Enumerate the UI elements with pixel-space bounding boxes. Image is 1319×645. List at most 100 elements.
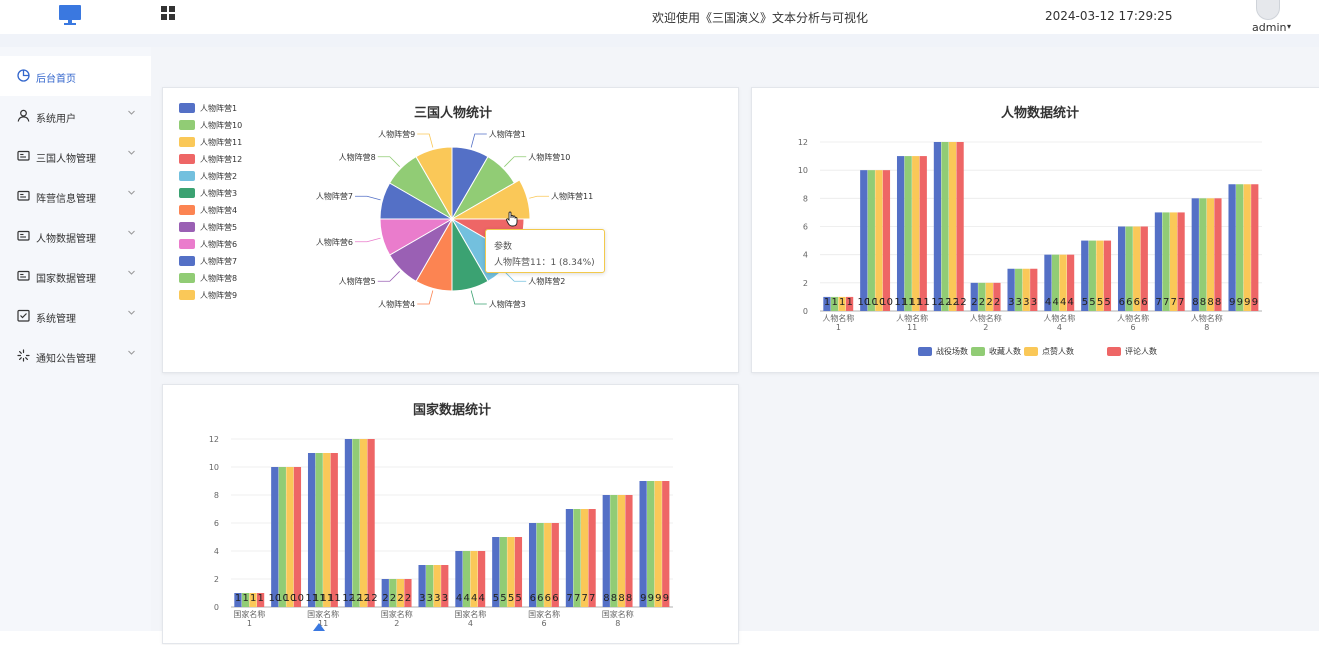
bar[interactable] (912, 156, 920, 311)
bar[interactable] (293, 467, 302, 607)
sidebar-item-6[interactable]: 国家数据管理 (0, 256, 151, 296)
bar[interactable] (860, 170, 868, 311)
chevron-down-icon[interactable] (127, 268, 136, 277)
legend-item[interactable]: 评论人数 (1107, 346, 1157, 357)
bar[interactable] (315, 453, 323, 607)
bar[interactable] (933, 142, 942, 311)
x-tick-label: 1 (247, 619, 252, 628)
pie-slice-label: 人物阵营1 (489, 129, 526, 139)
bar[interactable] (654, 481, 662, 607)
sidebar-item-8[interactable]: 通知公告管理 (0, 336, 151, 376)
bar-value-label: 1 (242, 593, 248, 604)
y-tick-label: 6 (214, 519, 219, 528)
bar[interactable] (867, 170, 875, 311)
avatar[interactable] (1256, 0, 1280, 20)
bar-value-label: 8 (1215, 297, 1221, 308)
x-tick-label: 4 (468, 619, 473, 628)
bar[interactable] (278, 467, 286, 607)
bar[interactable] (286, 467, 294, 607)
bar[interactable] (359, 439, 368, 607)
legend-label: 点赞人数 (1042, 347, 1074, 356)
bar[interactable] (1236, 184, 1244, 311)
monitor-icon[interactable] (58, 4, 82, 26)
x-tick-label: 1 (836, 323, 841, 332)
chevron-down-icon[interactable] (127, 108, 136, 117)
y-tick-label: 8 (214, 491, 219, 500)
bar[interactable] (882, 170, 891, 311)
x-tick-label: 国家名称 (381, 609, 413, 619)
bar[interactable] (610, 495, 618, 607)
sidebar-item-4[interactable]: 阵营信息管理 (0, 176, 151, 216)
chevron-down-icon[interactable] (127, 148, 136, 157)
bar-value-label: 9 (648, 593, 654, 604)
bar[interactable] (271, 467, 279, 607)
x-tick-label: 国家名称 (528, 609, 560, 619)
bar[interactable] (323, 453, 331, 607)
country-bar-chart[interactable]: 0246810121 1 1 1国家名称110101010 11111111国家名称11… (163, 385, 740, 645)
bar-value-label: 5 (1089, 297, 1095, 308)
top-bar: 欢迎使用《三国演义》文本分析与可视化 2024-03-12 17:29:25 a… (0, 0, 1319, 34)
bar[interactable] (625, 495, 633, 607)
bar[interactable] (904, 156, 912, 311)
legend-item[interactable]: 收藏人数 (971, 346, 1021, 357)
x-tick-label: 国家名称 (602, 609, 634, 619)
bar[interactable] (1206, 198, 1215, 311)
bar[interactable] (1191, 198, 1199, 311)
chevron-down-icon[interactable] (127, 308, 136, 317)
bar-value-label: 2 (405, 593, 411, 604)
bar[interactable] (662, 481, 670, 607)
x-tick-label: 人物名称 (822, 313, 854, 323)
x-tick-label: 国家名称 (454, 609, 486, 619)
bar[interactable] (647, 481, 655, 607)
bar[interactable] (617, 495, 626, 607)
bar[interactable] (919, 156, 927, 311)
x-tick-label: 2 (983, 323, 988, 332)
bar[interactable] (1199, 198, 1207, 311)
grid-icon[interactable] (161, 6, 175, 20)
person-bar-chart[interactable]: 0246810121 1 1 1人物名称110101010 11111111人物名称11… (752, 88, 1319, 374)
sidebar-item-1[interactable]: 后台首页 (0, 56, 151, 96)
user-menu[interactable]: admin (1252, 21, 1286, 34)
pie-chart[interactable]: 人物阵营1人物阵营10人物阵营11人物阵营12人物阵营2人物阵营3人物阵营4人物… (163, 88, 740, 374)
x-tick-label: 4 (1057, 323, 1062, 332)
bar[interactable] (896, 156, 905, 311)
card-icon (17, 230, 30, 241)
bar[interactable] (948, 142, 957, 311)
legend-item[interactable]: 战役场数 (918, 346, 968, 357)
caret-down-icon[interactable]: ▾ (1287, 22, 1291, 31)
bar[interactable] (639, 481, 647, 607)
bar-value-label: 6 (1141, 297, 1147, 308)
bar[interactable] (344, 439, 353, 607)
bar[interactable] (941, 142, 949, 311)
bar-value-label: 1 (839, 297, 845, 308)
sidebar-item-2[interactable]: 系统用户 (0, 96, 151, 136)
bar[interactable] (1228, 184, 1236, 311)
header-divider (0, 34, 1319, 47)
x-tick-label: 2 (394, 619, 399, 628)
bar-value-label: 3 (1008, 297, 1014, 308)
bar[interactable] (367, 439, 375, 607)
bar[interactable] (956, 142, 964, 311)
bar-value-label: 3 (1023, 297, 1029, 308)
bar[interactable] (352, 439, 360, 607)
app-title: 欢迎使用《三国演义》文本分析与可视化 (652, 11, 869, 25)
chevron-down-icon[interactable] (127, 228, 136, 237)
bar[interactable] (875, 170, 883, 311)
bar-value-label: 3 (1016, 297, 1022, 308)
y-tick-label: 12 (209, 435, 219, 444)
pie-tooltip: 参数 人物阵营11：1 (8.34%) (485, 229, 605, 273)
sidebar-item-label: 三国人物管理 (36, 154, 96, 165)
bar[interactable] (1251, 184, 1259, 311)
sidebar-item-7[interactable]: 系统管理 (0, 296, 151, 336)
sidebar-item-3[interactable]: 三国人物管理 (0, 136, 151, 176)
bar[interactable] (330, 453, 338, 607)
sidebar-item-5[interactable]: 人物数据管理 (0, 216, 151, 256)
bar[interactable] (602, 495, 610, 607)
x-tick-label: 人物名称 (970, 313, 1002, 323)
bar[interactable] (307, 453, 316, 607)
legend-item[interactable]: 点赞人数 (1024, 346, 1074, 357)
bar[interactable] (1214, 198, 1222, 311)
chevron-down-icon[interactable] (127, 348, 136, 357)
bar[interactable] (1243, 184, 1251, 311)
chevron-down-icon[interactable] (127, 188, 136, 197)
